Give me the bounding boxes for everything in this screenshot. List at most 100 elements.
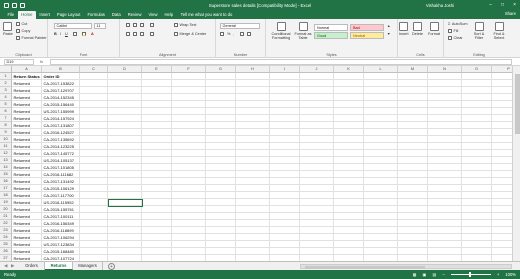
cell[interactable] bbox=[108, 206, 142, 213]
row-header[interactable]: 18 bbox=[0, 192, 12, 199]
cell[interactable] bbox=[364, 199, 398, 206]
cell[interactable] bbox=[398, 164, 428, 171]
cell[interactable] bbox=[428, 94, 462, 101]
cell[interactable] bbox=[142, 192, 172, 199]
cell[interactable] bbox=[334, 185, 364, 192]
cell[interactable] bbox=[206, 108, 236, 115]
return-status-cell[interactable]: Returned bbox=[12, 227, 42, 234]
align-left-button[interactable] bbox=[126, 32, 130, 36]
vertical-scrollbar[interactable] bbox=[512, 66, 520, 261]
cell[interactable] bbox=[462, 115, 492, 122]
cell[interactable] bbox=[236, 248, 270, 255]
order-id-cell[interactable]: US-2017-123834 bbox=[42, 241, 80, 248]
cell[interactable] bbox=[334, 178, 364, 185]
cell[interactable] bbox=[236, 220, 270, 227]
row-header[interactable]: 22 bbox=[0, 220, 12, 227]
prev-sheet-icon[interactable]: ◀ bbox=[4, 263, 7, 269]
cell[interactable] bbox=[236, 129, 270, 136]
normal-view-icon[interactable]: ▦ bbox=[413, 270, 417, 279]
cell[interactable] bbox=[428, 171, 462, 178]
cell[interactable] bbox=[300, 94, 334, 101]
cell[interactable] bbox=[334, 108, 364, 115]
cell[interactable] bbox=[462, 157, 492, 164]
return-status-cell[interactable]: Returned bbox=[12, 241, 42, 248]
order-id-cell[interactable]: CA-2017-117700 bbox=[42, 192, 80, 199]
tab-home[interactable]: Home bbox=[17, 11, 36, 19]
cell[interactable] bbox=[80, 122, 108, 129]
cell[interactable] bbox=[398, 122, 428, 129]
cell[interactable] bbox=[236, 164, 270, 171]
name-box[interactable]: D19 bbox=[4, 59, 34, 65]
row-header[interactable]: 21 bbox=[0, 213, 12, 220]
horizontal-scroll-thumb[interactable] bbox=[305, 265, 425, 269]
cell[interactable] bbox=[300, 171, 334, 178]
cell[interactable] bbox=[172, 171, 206, 178]
merge-center-button[interactable]: Merge & Center bbox=[174, 32, 206, 36]
cell[interactable] bbox=[142, 185, 172, 192]
cell[interactable] bbox=[428, 248, 462, 255]
cell[interactable] bbox=[80, 199, 108, 206]
cell[interactable] bbox=[172, 108, 206, 115]
cell[interactable] bbox=[300, 115, 334, 122]
cell[interactable] bbox=[398, 87, 428, 94]
order-id-cell[interactable]: CA-2015-106129 bbox=[42, 185, 80, 192]
cell[interactable] bbox=[206, 185, 236, 192]
sheet-tab-managers[interactable]: Managers bbox=[73, 262, 103, 270]
cell[interactable] bbox=[108, 171, 142, 178]
format-as-table-button[interactable]: Format as Table bbox=[294, 22, 312, 40]
cut-button[interactable]: Cut bbox=[16, 22, 27, 26]
cell[interactable] bbox=[108, 136, 142, 143]
column-header-a[interactable]: A bbox=[12, 66, 42, 73]
cell[interactable] bbox=[364, 101, 398, 108]
cell[interactable] bbox=[270, 227, 300, 234]
cell[interactable] bbox=[300, 164, 334, 171]
tab-page-layout[interactable]: Page Layout bbox=[53, 11, 84, 19]
cell[interactable] bbox=[108, 234, 142, 241]
cell[interactable] bbox=[334, 199, 364, 206]
cell[interactable] bbox=[108, 73, 142, 80]
column-header-i[interactable]: I bbox=[270, 66, 300, 73]
cell[interactable] bbox=[428, 143, 462, 150]
user-name[interactable]: Vishakha Joshi bbox=[426, 3, 454, 8]
return-status-cell[interactable]: Returned bbox=[12, 157, 42, 164]
wrap-text-button[interactable]: Wrap Text bbox=[174, 23, 196, 27]
cell[interactable] bbox=[142, 164, 172, 171]
cell[interactable] bbox=[334, 101, 364, 108]
cell[interactable] bbox=[172, 115, 206, 122]
order-id-cell[interactable]: CA-2015-155761 bbox=[42, 206, 80, 213]
cell[interactable] bbox=[398, 171, 428, 178]
cell[interactable] bbox=[462, 241, 492, 248]
insert-function-icon[interactable]: fx bbox=[40, 59, 43, 64]
cell[interactable] bbox=[462, 143, 492, 150]
cell[interactable] bbox=[428, 220, 462, 227]
cell[interactable] bbox=[142, 178, 172, 185]
row-header[interactable]: 13 bbox=[0, 157, 12, 164]
cell[interactable] bbox=[364, 157, 398, 164]
row-header[interactable]: 2 bbox=[0, 80, 12, 87]
zoom-in-icon[interactable]: + bbox=[497, 270, 499, 279]
cell[interactable] bbox=[270, 115, 300, 122]
cell[interactable] bbox=[172, 199, 206, 206]
share-button[interactable]: Share bbox=[505, 11, 516, 16]
cell[interactable] bbox=[172, 241, 206, 248]
return-status-cell[interactable]: Returned bbox=[12, 115, 42, 122]
cell[interactable] bbox=[334, 164, 364, 171]
order-id-cell[interactable]: CA-2016-111682 bbox=[42, 171, 80, 178]
cell[interactable] bbox=[300, 136, 334, 143]
cell[interactable] bbox=[142, 220, 172, 227]
return-status-cell[interactable]: Returned bbox=[12, 248, 42, 255]
cell[interactable] bbox=[270, 101, 300, 108]
indent-button[interactable] bbox=[150, 32, 154, 36]
order-id-cell[interactable]: US-2017-155999 bbox=[42, 108, 80, 115]
cell[interactable] bbox=[428, 87, 462, 94]
styles-scroll-down[interactable]: ▼ bbox=[387, 32, 390, 36]
cell[interactable] bbox=[462, 94, 492, 101]
cell[interactable] bbox=[398, 185, 428, 192]
cell[interactable] bbox=[172, 185, 206, 192]
cell[interactable] bbox=[270, 220, 300, 227]
cell[interactable] bbox=[300, 157, 334, 164]
cell[interactable] bbox=[428, 122, 462, 129]
cell[interactable] bbox=[172, 248, 206, 255]
cell[interactable] bbox=[364, 206, 398, 213]
order-id-cell[interactable]: CA-2014-157924 bbox=[42, 115, 80, 122]
